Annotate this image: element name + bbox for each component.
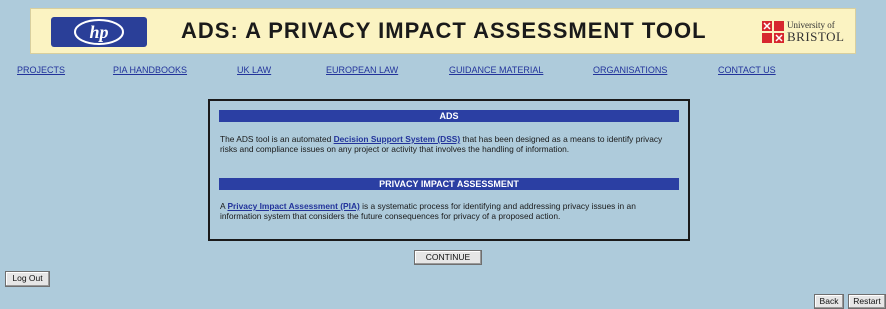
university-logo: University of BRISTOL	[762, 18, 852, 46]
nav-link-guidance-material[interactable]: GUIDANCE MATERIAL	[449, 65, 543, 75]
nav-link-european-law[interactable]: EUROPEAN LAW	[326, 65, 398, 75]
back-button[interactable]: Back	[814, 294, 844, 309]
page-title: ADS: A PRIVACY IMPACT ASSESSMENT TOOL	[181, 18, 707, 43]
restart-button[interactable]: Restart	[848, 294, 886, 309]
nav-link-pia-handbooks[interactable]: PIA HANDBOOKS	[113, 65, 187, 75]
header-banner: hp ADS: A PRIVACY IMPACT ASSESSMENT TOOL…	[30, 8, 856, 54]
university-name: University of BRISTOL	[787, 20, 845, 44]
pia-heading: PRIVACY IMPACT ASSESSMENT	[219, 178, 679, 190]
nav-link-contact-us[interactable]: CONTACT US	[718, 65, 776, 75]
pia-link[interactable]: Privacy Impact Assessment (PIA)	[227, 201, 359, 211]
ads-description: The ADS tool is an automated Decision Su…	[220, 134, 663, 154]
pia-description: A Privacy Impact Assessment (PIA) is a s…	[220, 201, 636, 221]
info-panel: ADS The ADS tool is an automated Decisio…	[208, 99, 690, 241]
nav-link-uk-law[interactable]: UK LAW	[237, 65, 271, 75]
top-navigation: PROJECTS PIA HANDBOOKS UK LAW EUROPEAN L…	[0, 65, 886, 77]
svg-text:hp: hp	[89, 22, 108, 42]
ads-heading: ADS	[219, 110, 679, 122]
hp-logo-icon: hp	[74, 19, 124, 45]
continue-button[interactable]: CONTINUE	[414, 250, 482, 265]
dss-link[interactable]: Decision Support System (DSS)	[334, 134, 461, 144]
nav-link-projects[interactable]: PROJECTS	[17, 65, 65, 75]
bristol-crest-icon	[762, 21, 784, 43]
logout-button[interactable]: Log Out	[5, 271, 50, 287]
nav-link-organisations[interactable]: ORGANISATIONS	[593, 65, 667, 75]
hp-logo: hp	[51, 17, 147, 47]
